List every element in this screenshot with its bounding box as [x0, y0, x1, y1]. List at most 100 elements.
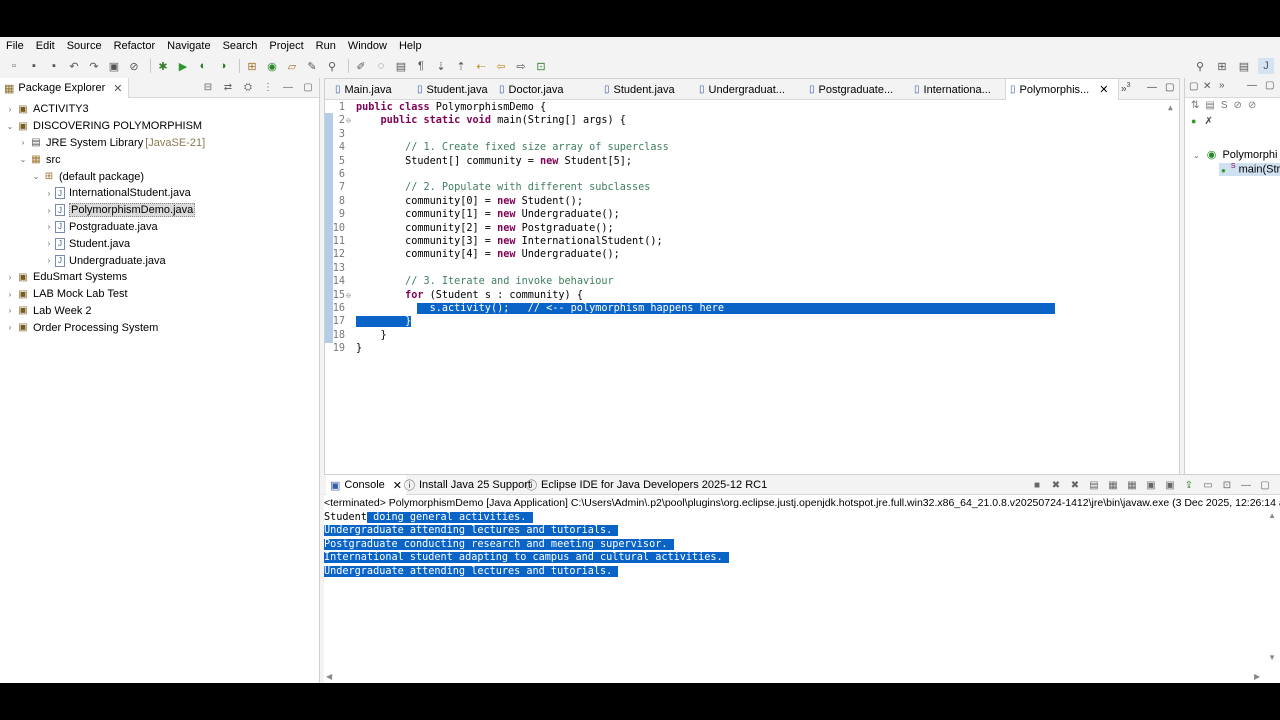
- close-icon[interactable]: ✕: [1099, 83, 1108, 96]
- public-filter-icon[interactable]: ●: [1191, 116, 1196, 127]
- fold-icon[interactable]: ⊖: [346, 114, 351, 127]
- menu-item[interactable]: Edit: [36, 40, 55, 52]
- java-perspective-icon[interactable]: J: [1258, 58, 1274, 74]
- tree-item[interactable]: › J PolymorphismDemo.java: [0, 202, 319, 219]
- editor-vertical-scrollbar[interactable]: ▲ ▼: [1167, 101, 1177, 501]
- sort-icon[interactable]: ⇅: [1191, 100, 1199, 111]
- scroll-up-icon[interactable]: ▲: [1268, 511, 1276, 520]
- redo-icon[interactable]: ↷: [86, 58, 102, 74]
- show-on-error-icon[interactable]: ▣: [1163, 478, 1177, 492]
- scroll-up-icon[interactable]: ▲: [1168, 103, 1173, 112]
- open-perspective-icon[interactable]: ⊞: [1214, 58, 1230, 74]
- more-tabs-button[interactable]: »3: [1121, 82, 1130, 94]
- link-editor-icon[interactable]: ⇄: [221, 80, 235, 94]
- tree-item[interactable]: › ▣ Order Processing System: [0, 319, 319, 336]
- maximize-icon[interactable]: ▢: [1265, 80, 1274, 91]
- undo-icon[interactable]: ↶: [66, 58, 82, 74]
- scroll-right-icon[interactable]: ▶: [1254, 672, 1260, 681]
- search-tool-icon[interactable]: ⚲: [324, 58, 340, 74]
- chevron-down-icon[interactable]: ⌄: [17, 155, 29, 164]
- outline-method-row[interactable]: ● S main(Str: [1219, 163, 1280, 176]
- toggle-block-icon[interactable]: ◌: [373, 58, 389, 74]
- tree-item[interactable]: › ▣ Lab Week 2: [0, 303, 319, 320]
- mark-occurrences-icon[interactable]: ✐: [353, 58, 369, 74]
- maximize-icon[interactable]: ▢: [1258, 478, 1272, 492]
- terminal-icon[interactable]: ▣: [106, 58, 122, 74]
- editor-tab[interactable]: ▯ Postgraduate...: [805, 79, 893, 100]
- scroll-lock-icon[interactable]: ▦: [1106, 478, 1120, 492]
- chevron-down-icon[interactable]: ⌄: [30, 172, 42, 181]
- external-tools-icon[interactable]: ◑: [215, 58, 231, 74]
- next-annotation-icon[interactable]: ⇣: [433, 58, 449, 74]
- close-icon[interactable]: ✕: [393, 479, 402, 492]
- editor-tab[interactable]: ▯ Student.java: [600, 79, 675, 100]
- hide-local-types-icon[interactable]: ⊘: [1248, 100, 1256, 111]
- tree-item[interactable]: › ▣ LAB Mock Lab Test: [0, 286, 319, 303]
- word-wrap-icon[interactable]: ▤: [393, 58, 409, 74]
- editor-tab[interactable]: ▯ Doctor.java: [495, 79, 564, 100]
- more-views-icon[interactable]: »: [1219, 80, 1225, 91]
- menu-item[interactable]: Window: [348, 40, 387, 52]
- console-tab[interactable]: ⓘ Install Java 25 Support: [404, 475, 531, 495]
- prev-annotation-icon[interactable]: ⇡: [453, 58, 469, 74]
- menu-item[interactable]: Navigate: [167, 40, 210, 52]
- maximize-icon[interactable]: ▢: [301, 80, 315, 94]
- package-explorer-tab[interactable]: ▦ Package Explorer ✕: [0, 78, 130, 98]
- open-type-icon[interactable]: ▱: [284, 58, 300, 74]
- remove-launch-icon[interactable]: ✖: [1049, 478, 1063, 492]
- menu-item[interactable]: Search: [223, 40, 258, 52]
- hide-nonpublic-icon[interactable]: ⊘: [1234, 100, 1242, 111]
- tool-icon[interactable]: ✗: [1204, 116, 1212, 127]
- chevron-right-icon[interactable]: ›: [4, 323, 16, 332]
- close-icon[interactable]: ✕: [1203, 81, 1211, 92]
- menu-item[interactable]: Help: [399, 40, 422, 52]
- outline-icon[interactable]: ▢: [1189, 81, 1198, 92]
- view-menu-icon[interactable]: ⋮: [261, 80, 275, 94]
- collapse-all-icon[interactable]: ⊟: [201, 80, 215, 94]
- editor-tab[interactable]: ▯ Undergraduat...: [695, 79, 785, 100]
- chevron-down-icon[interactable]: ⌄: [1193, 151, 1200, 160]
- maximize-icon[interactable]: ▢: [1165, 82, 1174, 93]
- save-all-icon[interactable]: ▪: [46, 58, 62, 74]
- editor-tab[interactable]: ▯ Internationa...: [910, 79, 991, 100]
- skip-breakpoints-icon[interactable]: ⊘: [126, 58, 142, 74]
- last-edit-icon[interactable]: ⇠: [473, 58, 489, 74]
- tree-item[interactable]: › J Student.java: [0, 235, 319, 252]
- close-icon[interactable]: ✕: [113, 82, 122, 95]
- new-java-class-icon[interactable]: ◉: [264, 58, 280, 74]
- coverage-icon[interactable]: ◐: [195, 58, 211, 74]
- word-wrap-icon[interactable]: ▦: [1125, 478, 1139, 492]
- tree-item[interactable]: › J Undergraduate.java: [0, 252, 319, 269]
- resource-perspective-icon[interactable]: ▤: [1236, 58, 1252, 74]
- fold-icon[interactable]: ⊖: [346, 289, 351, 302]
- console-horizontal-scrollbar[interactable]: ◀ ▶: [324, 671, 1264, 683]
- scroll-left-icon[interactable]: ◀: [326, 672, 332, 681]
- code-area[interactable]: 1 public class PolymorphismDemo {2 ⊖ publi…: [325, 101, 1179, 501]
- minimize-icon[interactable]: —: [1239, 478, 1253, 492]
- tree-item[interactable]: › ▤ JRE System Library [JavaSE-21]: [0, 135, 319, 152]
- chevron-right-icon[interactable]: ›: [4, 105, 16, 114]
- open-console-icon[interactable]: ⊡: [1220, 478, 1234, 492]
- scroll-down-icon[interactable]: ▼: [1268, 653, 1276, 662]
- chevron-right-icon[interactable]: ›: [43, 239, 55, 248]
- back-icon[interactable]: ⇦: [493, 58, 509, 74]
- new-icon[interactable]: ▫: [6, 58, 22, 74]
- chevron-right-icon[interactable]: ›: [43, 189, 55, 198]
- outline-class-row[interactable]: ⌄ ◉ Polymorphi: [1193, 148, 1277, 161]
- chevron-down-icon[interactable]: ⌄: [4, 122, 16, 131]
- console-output[interactable]: Student doing general activities. Underg…: [324, 511, 729, 578]
- chevron-right-icon[interactable]: ›: [43, 256, 55, 265]
- tree-item[interactable]: ⌄ ⊞ (default package): [0, 168, 319, 185]
- editor-tab[interactable]: ▯ Main.java: [331, 79, 392, 100]
- tree-item[interactable]: ⌄ ▣ DISCOVERING POLYMORPHISM: [0, 118, 319, 135]
- console-tab[interactable]: ▣ Console ✕: [326, 475, 406, 495]
- chevron-right-icon[interactable]: ›: [4, 273, 16, 282]
- pin-console-icon[interactable]: ⇪: [1182, 478, 1196, 492]
- search-icon[interactable]: ⚲: [1192, 58, 1208, 74]
- menu-item[interactable]: Refactor: [114, 40, 156, 52]
- pin-editor-icon[interactable]: ⊡: [533, 58, 549, 74]
- filter-icon[interactable]: ⛭: [241, 80, 255, 94]
- tree-item[interactable]: › J InternationalStudent.java: [0, 185, 319, 202]
- tree-item[interactable]: › ▣ EduSmart Systems: [0, 269, 319, 286]
- new-java-package-icon[interactable]: ⊞: [244, 58, 260, 74]
